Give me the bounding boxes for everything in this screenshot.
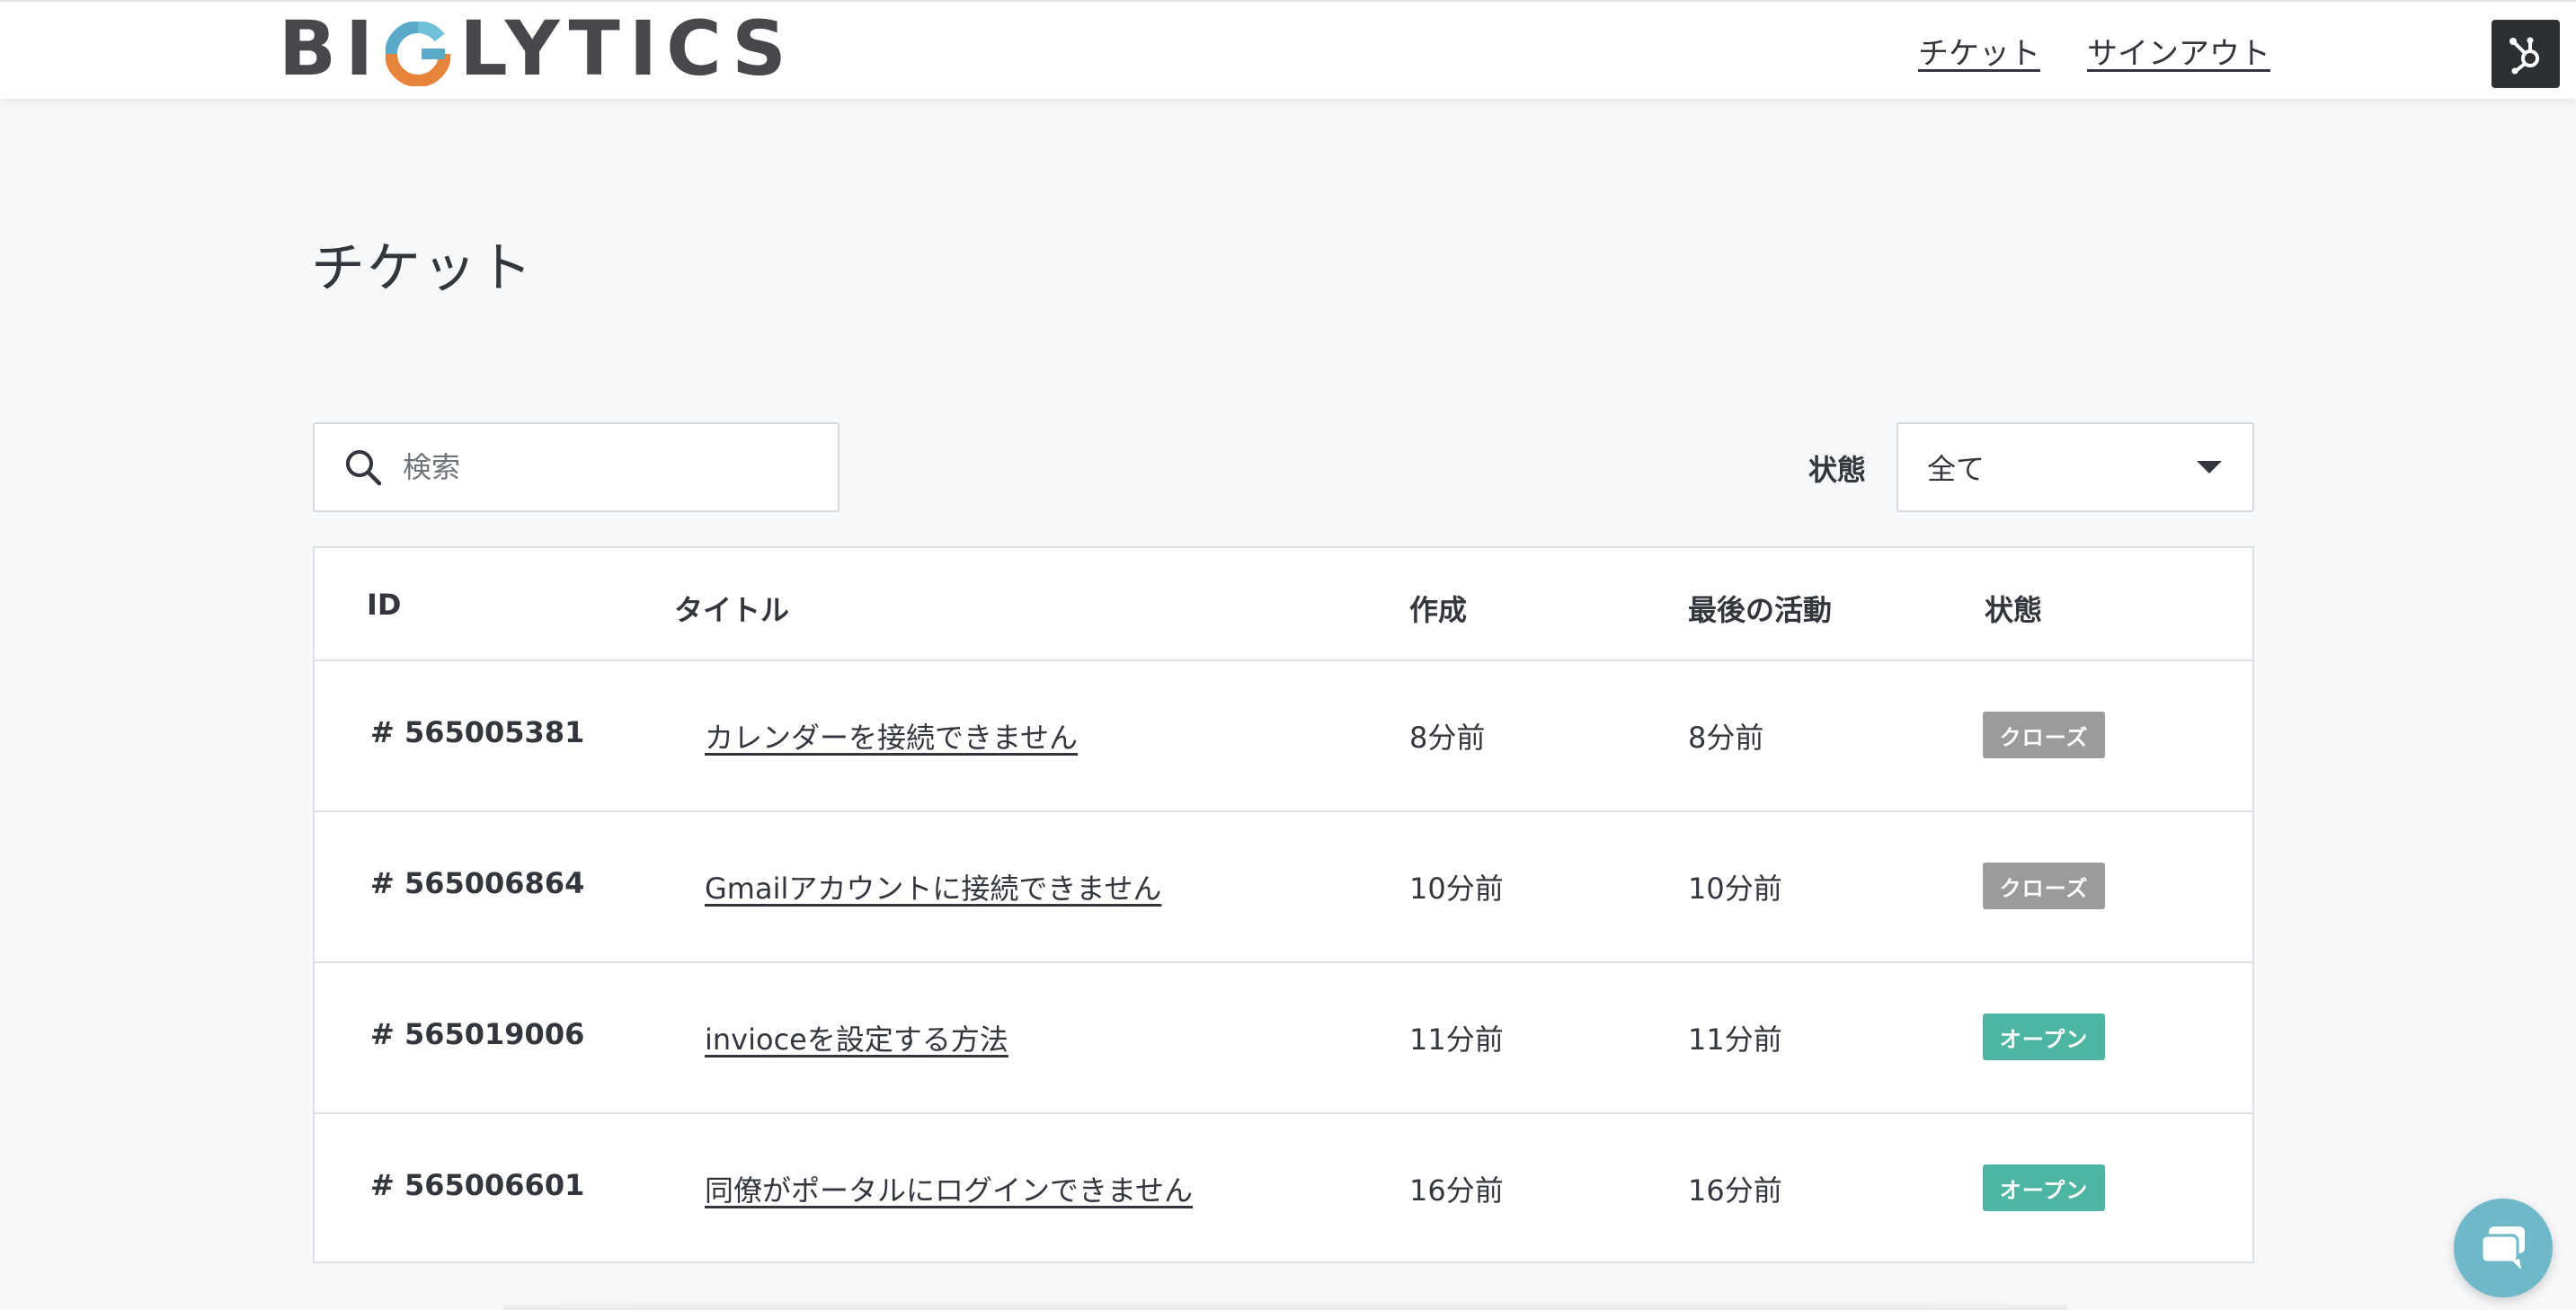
table-row[interactable]: # 565005381 カレンダーを接続できません 8分前 8分前 クローズ	[315, 661, 2252, 812]
table-row[interactable]: # 565006864 Gmailアカウントに接続できません 10分前 10分前…	[315, 812, 2252, 963]
ticket-created: 11分前	[1409, 1022, 1504, 1057]
status-filter-select[interactable]: 全て	[1896, 422, 2254, 512]
top-nav: チケット サインアウト	[0, 29, 2576, 74]
nav-link-signout[interactable]: サインアウト	[2087, 29, 2270, 73]
column-header-created[interactable]: 作成	[1409, 588, 1467, 629]
table-header-row: ID タイトル 作成 最後の活動 状態	[315, 548, 2252, 661]
search-input[interactable]	[403, 440, 798, 494]
ticket-created: 16分前	[1409, 1173, 1504, 1208]
ticket-last-activity: 16分前	[1688, 1173, 1782, 1208]
hubspot-sprocket-icon[interactable]	[2492, 20, 2560, 88]
ticket-title-link[interactable]: カレンダーを接続できません	[705, 715, 1078, 757]
column-header-status[interactable]: 状態	[1985, 588, 2042, 629]
column-header-activity[interactable]: 最後の活動	[1688, 588, 1832, 629]
ticket-title-link[interactable]: invioceを設定する方法	[705, 1017, 1008, 1058]
ticket-last-activity: 11分前	[1688, 1022, 1782, 1057]
caret-down-icon	[2197, 461, 2222, 474]
ticket-title-link[interactable]: Gmailアカウントに接続できません	[705, 866, 1161, 907]
ticket-table: ID タイトル 作成 最後の活動 状態 # 565005381 カレンダーを接続…	[313, 546, 2254, 1263]
top-header: BI LYTICS チケット サインアウト	[0, 0, 2576, 99]
chat-bubble-icon	[2480, 1226, 2525, 1270]
ticket-last-activity: 10分前	[1688, 872, 1782, 906]
status-badge: オープン	[1983, 1164, 2105, 1211]
nav-link-tickets[interactable]: チケット	[1918, 29, 2040, 73]
ticket-id: # 565006864	[370, 866, 585, 900]
footer-shadow	[503, 1299, 2067, 1310]
status-filter-label: 状態	[1808, 453, 1867, 487]
search-icon	[346, 450, 382, 486]
status-filter-value: 全て	[1927, 452, 1985, 486]
status-badge: クローズ	[1983, 863, 2105, 909]
chat-launcher-button[interactable]	[2454, 1199, 2553, 1297]
column-header-id[interactable]: ID	[367, 588, 401, 622]
ticket-last-activity: 8分前	[1688, 721, 1764, 755]
status-badge: オープン	[1983, 1013, 2105, 1060]
status-badge: クローズ	[1983, 712, 2105, 758]
ticket-created: 8分前	[1409, 721, 1486, 755]
ticket-id: # 565019006	[370, 1017, 585, 1051]
page-title: チケット	[311, 237, 534, 300]
ticket-title-link[interactable]: 同僚がポータルにログインできません	[705, 1168, 1193, 1209]
table-row[interactable]: # 565019006 invioceを設定する方法 11分前 11分前 オープ…	[315, 963, 2252, 1114]
table-row[interactable]: # 565006601 同僚がポータルにログインできません 16分前 16分前 …	[315, 1114, 2252, 1265]
ticket-id: # 565006601	[370, 1168, 585, 1202]
ticket-id: # 565005381	[370, 715, 585, 749]
search-box[interactable]	[313, 422, 839, 512]
ticket-created: 10分前	[1409, 872, 1504, 906]
column-header-title[interactable]: タイトル	[674, 588, 789, 629]
